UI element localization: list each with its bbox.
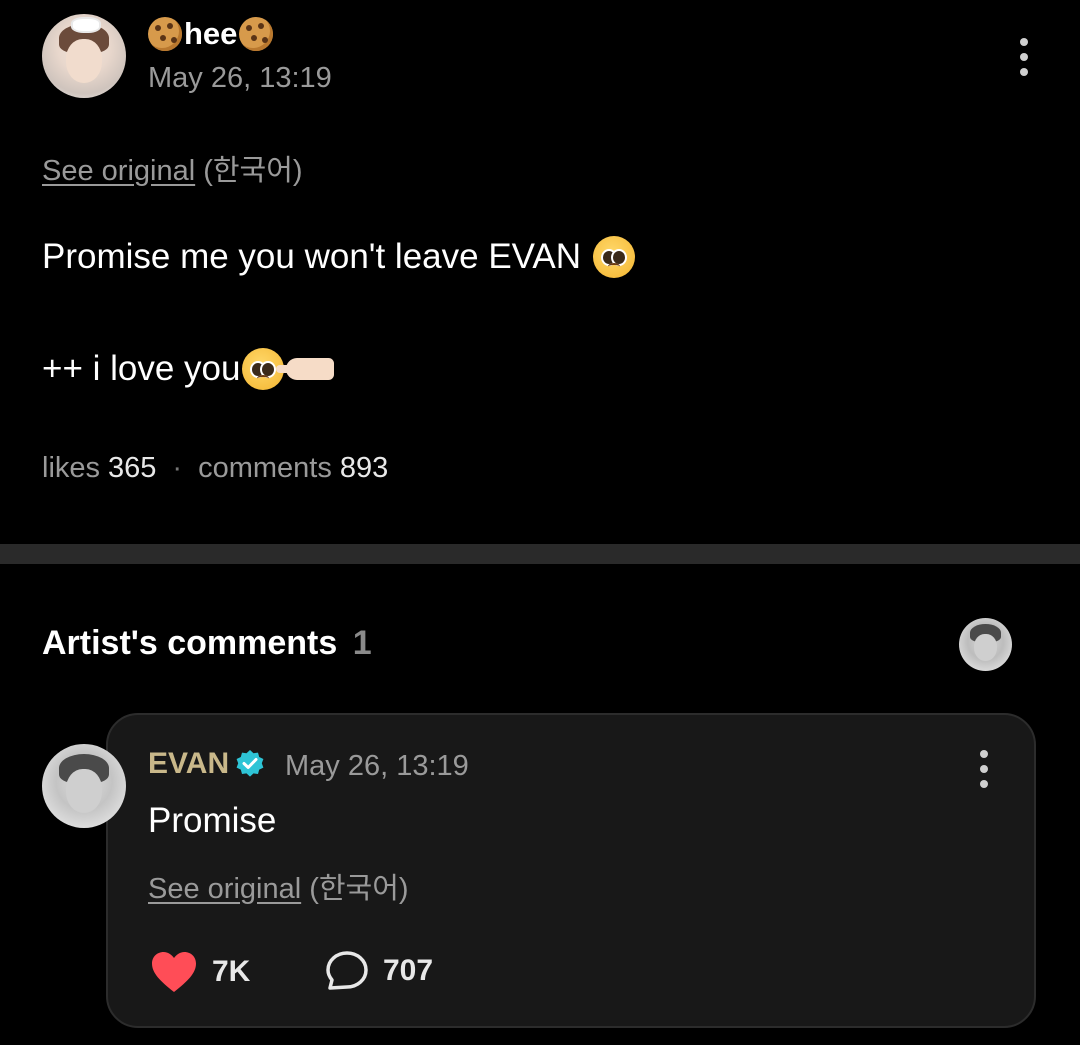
post-stats: likes 365 · comments 893 [42,452,388,485]
artist-name-label: EVAN [148,747,230,780]
artist-avatar-shortcut[interactable] [959,618,1012,671]
comments-label: comments [198,452,332,484]
avatar-face [65,769,103,813]
comment-text: Promise [148,801,277,840]
original-language: (한국어) [203,155,303,187]
more-options-icon[interactable] [978,750,990,788]
see-original-link[interactable]: See original [148,873,301,905]
post-text-2: ++ i love you [42,349,241,388]
likes-count[interactable]: 365 [108,452,156,485]
reply-button[interactable]: 707 [325,950,433,992]
artist-comments-label: Artist's comments [42,624,338,662]
like-button[interactable]: 7K [150,950,250,994]
author-avatar[interactable] [42,14,126,98]
artist-avatar[interactable] [42,744,126,828]
pleading-face-emoji-icon [593,236,636,278]
section-divider [0,544,1080,564]
artist-name[interactable]: EVAN [148,747,265,781]
comment-date: May 26, 13:19 [285,750,469,782]
likes-label: likes [42,452,101,484]
verified-badge-icon [235,749,265,779]
avatar-accessory [70,17,102,34]
see-original-comment: See original (한국어) [148,865,409,907]
original-language: (한국어) [309,873,409,905]
avatar-face [65,39,103,83]
author-name-label: hee [184,16,238,51]
post-text-1: Promise me you won't leave EVAN [42,237,582,276]
reply-count: 707 [383,954,434,987]
post-body-line-1: Promise me you won't leave EVAN [42,236,636,278]
post-body-line-2: ++ i love you [42,348,335,390]
comments-count[interactable]: 893 [340,452,388,485]
cookie-emoji-icon [148,17,182,51]
cookie-emoji-icon [239,17,274,51]
author-name[interactable]: hee [148,16,274,52]
artist-comments-title: Artist's comments 1 [42,624,372,663]
stats-separator: · [172,452,183,484]
pointing-hand-emoji-icon [276,358,335,380]
artist-comments-count: 1 [352,624,372,662]
heart-icon [152,952,196,992]
comment-bubble-icon [326,951,368,990]
avatar-face [973,633,998,662]
post-detail-screen: hee May 26, 13:19 See original (한국어) Pro… [0,0,1080,1045]
like-count: 7K [212,955,251,988]
see-original-post: See original (한국어) [42,147,303,189]
more-options-icon[interactable] [1018,38,1030,76]
post-date: May 26, 13:19 [148,62,332,94]
see-original-link[interactable]: See original [42,155,195,187]
